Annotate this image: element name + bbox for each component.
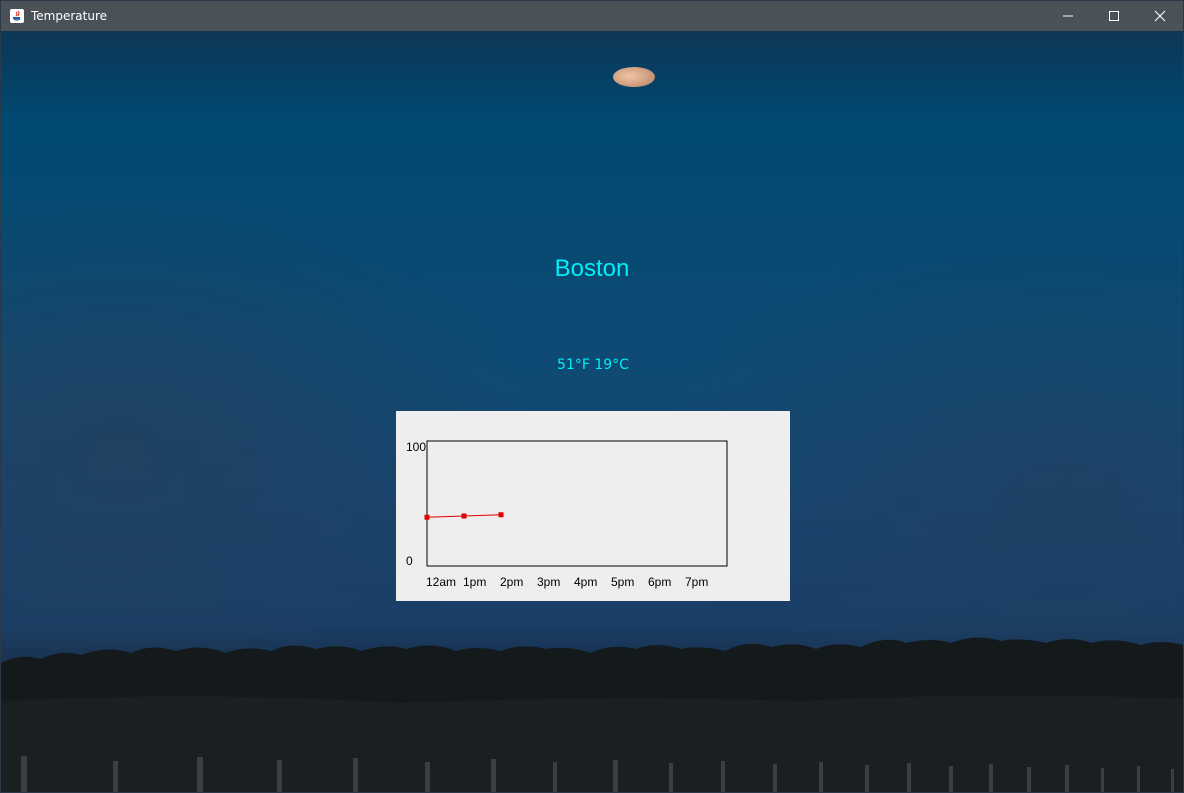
y-tick-label: 0 bbox=[406, 554, 413, 568]
x-tick-label: 5pm bbox=[611, 575, 634, 589]
minimize-button[interactable] bbox=[1045, 1, 1091, 31]
moon-image bbox=[613, 67, 655, 87]
temperature-chart-panel: 100 0 12am 1pm 2pm 3pm 4pm 5pm 6pm 7pm bbox=[396, 411, 790, 601]
x-tick-label: 4pm bbox=[574, 575, 597, 589]
plot-area-border bbox=[426, 440, 728, 567]
data-point bbox=[461, 513, 467, 519]
x-tick-label: 1pm bbox=[463, 575, 486, 589]
temperature-reading: 51°F 19°C bbox=[557, 357, 629, 373]
maximize-button[interactable] bbox=[1091, 1, 1137, 31]
x-tick-label: 6pm bbox=[648, 575, 671, 589]
data-point bbox=[498, 512, 504, 518]
app-window: Temperature Boston 51°F 19°C 100 0 12am … bbox=[0, 0, 1184, 793]
content-pane: Boston 51°F 19°C 100 0 12am 1pm 2pm 3pm 4pm 5p… bbox=[1, 31, 1183, 792]
y-tick-label: 100 bbox=[406, 440, 426, 454]
maximize-icon bbox=[1109, 11, 1119, 21]
close-icon bbox=[1154, 10, 1166, 22]
minimize-icon bbox=[1063, 15, 1073, 17]
city-name-label: Boston bbox=[554, 255, 630, 282]
x-tick-label: 2pm bbox=[500, 575, 523, 589]
close-button[interactable] bbox=[1137, 1, 1183, 31]
window-controls bbox=[1045, 1, 1183, 31]
x-tick-label: 7pm bbox=[685, 575, 708, 589]
data-point bbox=[424, 514, 430, 520]
java-app-icon bbox=[9, 8, 25, 24]
title-bar[interactable]: Temperature bbox=[1, 1, 1183, 31]
x-tick-label: 12am bbox=[426, 575, 456, 589]
temperature-line-chart: 100 0 12am 1pm 2pm 3pm 4pm 5pm 6pm 7pm bbox=[406, 440, 728, 589]
x-tick-label: 3pm bbox=[537, 575, 560, 589]
window-title: Temperature bbox=[31, 9, 108, 23]
